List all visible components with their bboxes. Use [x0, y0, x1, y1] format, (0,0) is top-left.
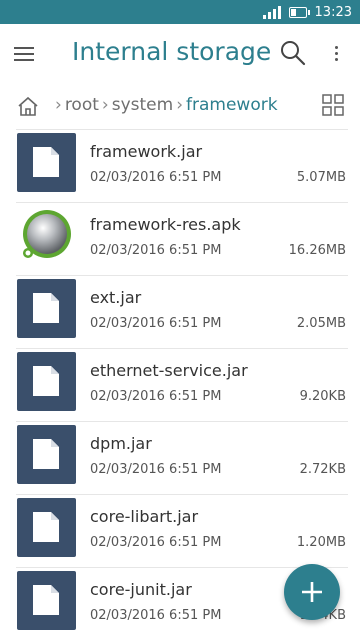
file-date: 02/03/2016 6:51 PM: [90, 389, 222, 404]
file-date: 02/03/2016 6:51 PM: [90, 316, 222, 331]
add-button[interactable]: [284, 564, 340, 620]
document-icon: [17, 425, 76, 484]
breadcrumb-framework[interactable]: framework: [186, 95, 278, 115]
document-icon: [17, 133, 76, 192]
file-name: ext.jar: [90, 288, 142, 307]
app-bar: Internal storage: [0, 24, 360, 82]
breadcrumb-root[interactable]: root: [65, 95, 99, 115]
file-row[interactable]: dpm.jar 02/03/2016 6:51 PM 2.72KB: [0, 422, 360, 495]
file-row[interactable]: ethernet-service.jar 02/03/2016 6:51 PM …: [0, 349, 360, 422]
battery-icon: [288, 6, 310, 18]
file-size: 16.26MB: [288, 243, 346, 258]
home-icon[interactable]: [16, 94, 40, 118]
status-bar: 13:23: [0, 0, 360, 24]
file-size: 2.05MB: [296, 316, 346, 331]
page-title: Internal storage: [72, 37, 272, 66]
grid-view-icon[interactable]: [322, 94, 344, 116]
file-row[interactable]: framework-res.apk 02/03/2016 6:51 PM 16.…: [0, 203, 360, 276]
file-size: 5.07MB: [296, 170, 346, 185]
menu-icon[interactable]: [14, 40, 42, 68]
search-icon[interactable]: [280, 40, 306, 66]
file-date: 02/03/2016 6:51 PM: [90, 170, 222, 185]
breadcrumb: › root › system › framework: [0, 82, 360, 130]
chevron-right-icon: ›: [176, 95, 183, 115]
signal-icon: [262, 5, 281, 19]
breadcrumb-path: › root › system › framework: [52, 95, 278, 115]
file-date: 02/03/2016 6:51 PM: [90, 608, 222, 623]
more-options-icon[interactable]: [330, 40, 342, 66]
document-icon: [17, 352, 76, 411]
breadcrumb-system[interactable]: system: [112, 95, 173, 115]
file-date: 02/03/2016 6:51 PM: [90, 535, 222, 550]
file-row[interactable]: framework.jar 02/03/2016 6:51 PM 5.07MB: [0, 130, 360, 203]
document-icon: [17, 498, 76, 557]
file-date: 02/03/2016 6:51 PM: [90, 462, 222, 477]
file-row[interactable]: core-libart.jar 02/03/2016 6:51 PM 1.20M…: [0, 495, 360, 568]
file-size: 9.20KB: [299, 389, 346, 404]
file-date: 02/03/2016 6:51 PM: [90, 243, 222, 258]
status-time: 13:23: [314, 4, 352, 20]
file-size: 2.72KB: [299, 462, 346, 477]
file-name: core-junit.jar: [90, 580, 192, 599]
file-name: dpm.jar: [90, 434, 152, 453]
chevron-right-icon: ›: [101, 95, 109, 115]
file-name: core-libart.jar: [90, 507, 199, 526]
chevron-right-icon: ›: [55, 95, 62, 115]
document-icon: [17, 571, 76, 630]
file-name: ethernet-service.jar: [90, 361, 248, 380]
file-name: framework-res.apk: [90, 215, 241, 234]
status-icons: 13:23: [262, 0, 352, 24]
file-size: 1.20MB: [296, 535, 346, 550]
file-name: framework.jar: [90, 142, 203, 161]
plus-icon: [302, 582, 322, 602]
apk-icon: [19, 207, 75, 263]
file-row[interactable]: ext.jar 02/03/2016 6:51 PM 2.05MB: [0, 276, 360, 349]
document-icon: [17, 279, 76, 338]
